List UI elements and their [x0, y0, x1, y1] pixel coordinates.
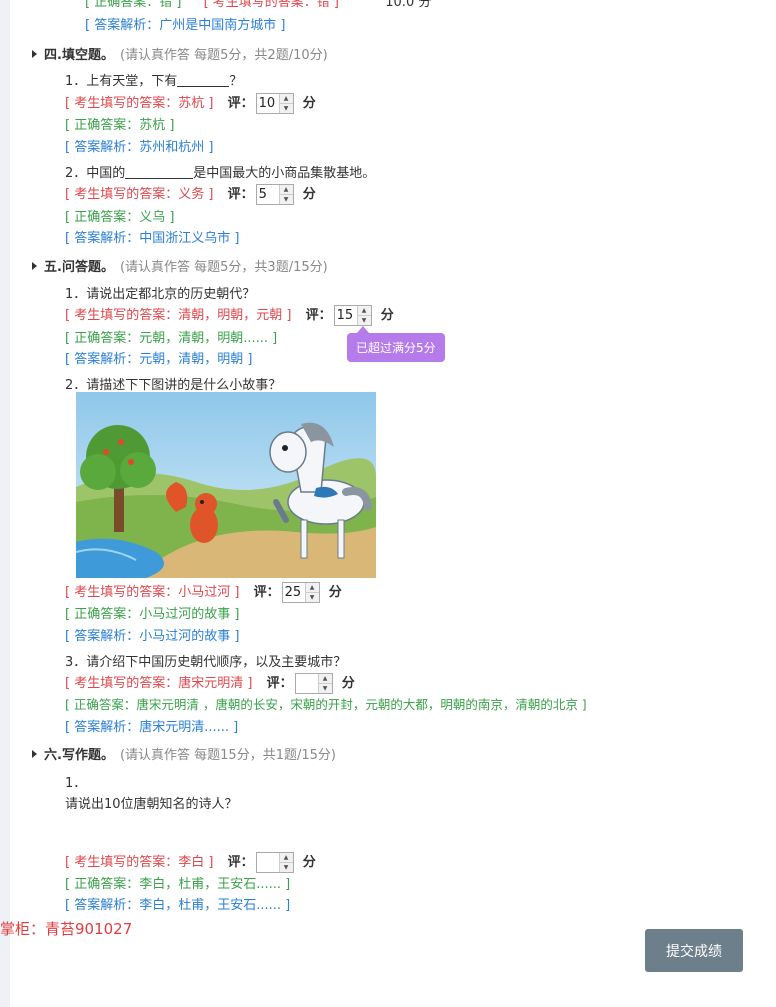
score-label: 评：: [227, 855, 254, 870]
score-spinner[interactable]: ▲ ▼: [294, 673, 333, 694]
section-note: (请认真作答 每题5分，共3题/15分): [119, 260, 328, 275]
score-value[interactable]: [296, 674, 318, 693]
student-answer: [ 考生填写的答案：苏杭 ]: [65, 96, 214, 111]
answer-analysis: [ 答案解析：元朝，清朝，明朝 ]: [65, 352, 253, 367]
score-unit: 分: [302, 855, 316, 870]
answer-row: [ 考生填写的答案：苏杭 ] 评： 10 ▲ ▼ 分: [65, 92, 316, 114]
correct-answer: [ 正确答案：李白，杜甫，王安石...... ]: [65, 877, 291, 892]
prev-student-answer: [ 考生填写的答案：错 ]: [203, 0, 339, 10]
prev-analysis: [ 答案解析：广州是中国南方城市 ]: [85, 18, 286, 33]
question-text: 1．请说出定都北京的历史朝代？: [65, 287, 256, 302]
submit-score-button[interactable]: 提交成绩: [645, 929, 743, 972]
triangle-bullet-icon: [32, 262, 37, 270]
spin-up-icon[interactable]: ▲: [279, 94, 293, 103]
answer-row: [ 考生填写的答案：义务 ] 评： 5 ▲ ▼ 分: [65, 183, 316, 205]
score-value[interactable]: [257, 853, 279, 872]
score-label: 评：: [227, 187, 254, 202]
blank-line: [125, 178, 194, 179]
correct-answer: [ 正确答案：苏杭 ]: [65, 118, 175, 133]
question-number: 1．: [65, 776, 87, 791]
section-note: (请认真作答 每题15分，共1题/15分): [119, 748, 336, 763]
score-value[interactable]: 25: [283, 583, 305, 602]
question-text: 1．上有天堂，下有 ？: [65, 70, 242, 89]
question-text-post: 是中国最大的小商品集散基地。: [193, 166, 376, 181]
question-text: 2．中国的 是中国最大的小商品集散基地。: [65, 162, 375, 181]
spin-down-icon[interactable]: ▼: [357, 315, 371, 325]
student-answer: [ 考生填写的答案：唐宋元明清 ]: [65, 676, 253, 691]
score-spinner[interactable]: 10 ▲ ▼: [255, 93, 294, 114]
answer-analysis: [ 答案解析：小马过河的故事 ]: [65, 629, 240, 644]
section-qa-header: 五.问答题。 (请认真作答 每题5分，共3题/15分): [32, 256, 328, 275]
prev-correct-answer: [ 正确答案：错 ]: [85, 0, 182, 10]
pony-crossing-river-image: [75, 392, 376, 578]
left-gutter: [0, 0, 10, 1007]
score-value[interactable]: 10: [257, 94, 279, 113]
spin-down-icon[interactable]: ▼: [305, 592, 319, 602]
student-answer: [ 考生填写的答案：李白 ]: [65, 855, 214, 870]
question-text-pre: 1．上有天堂，下有: [65, 74, 178, 89]
score-label: 评：: [253, 585, 280, 600]
student-answer: [ 考生填写的答案：小马过河 ]: [65, 585, 240, 600]
score-unit: 分: [328, 585, 342, 600]
score-spinner[interactable]: ▲ ▼: [255, 852, 294, 873]
prev-question-partial: [ 正确答案：错 ] [ 考生填写的答案：错 ] 10.0 分: [85, 0, 431, 10]
score-spinner[interactable]: 15 ▲ ▼: [333, 305, 372, 326]
spin-down-icon[interactable]: ▼: [279, 194, 293, 204]
score-value[interactable]: 15: [335, 306, 357, 325]
section-title: 四.填空题。: [44, 48, 114, 63]
score-label: 评：: [227, 96, 254, 111]
watermark: 掌柜：青苔901027: [0, 920, 133, 938]
spin-up-icon[interactable]: ▲: [279, 185, 293, 194]
correct-answer: [ 正确答案：元朝，清朝，明朝...... ]: [65, 331, 278, 346]
score-label: 评：: [305, 308, 332, 323]
score-label: 评：: [266, 676, 293, 691]
score-spinner[interactable]: 5 ▲ ▼: [255, 184, 294, 205]
spin-up-icon[interactable]: ▲: [357, 306, 371, 315]
over-max-tooltip: 已超过满分5分: [347, 326, 445, 362]
student-answer: [ 考生填写的答案：清朝，明朝，元朝 ]: [65, 308, 292, 323]
answer-row: [ 考生填写的答案：清朝，明朝，元朝 ] 评： 15 ▲ ▼ 分: [65, 304, 394, 326]
student-answer: [ 考生填写的答案：义务 ]: [65, 187, 214, 202]
prev-score: 10.0 分: [385, 0, 432, 10]
question-text: 3．请介绍下中国历史朝代顺序，以及主要城市？: [65, 655, 347, 670]
answer-analysis: [ 答案解析：中国浙江义乌市 ]: [65, 231, 240, 246]
score-unit: 分: [302, 187, 316, 202]
correct-answer: [ 正确答案：小马过河的故事 ]: [65, 607, 240, 622]
spin-up-icon[interactable]: ▲: [305, 583, 319, 592]
score-unit: 分: [380, 308, 394, 323]
answer-row: [ 考生填写的答案：李白 ] 评： ▲ ▼ 分: [65, 851, 316, 873]
spin-down-icon[interactable]: ▼: [318, 683, 332, 693]
section-title: 六.写作题。: [44, 748, 114, 763]
answer-analysis: [ 答案解析：苏州和杭州 ]: [65, 140, 214, 155]
spin-up-icon[interactable]: ▲: [318, 674, 332, 683]
spin-up-icon[interactable]: ▲: [279, 853, 293, 862]
correct-answer: [ 正确答案：唐宋元明清 ，唐朝的长安，宋朝的开封，元朝的大都，明朝的南京，清朝…: [65, 697, 587, 712]
question-text-pre: 2．中国的: [65, 166, 126, 181]
section-title: 五.问答题。: [44, 260, 114, 275]
answer-analysis: [ 答案解析：唐宋元明清...... ]: [65, 720, 239, 735]
score-unit: 分: [302, 96, 316, 111]
section-writing-header: 六.写作题。 (请认真作答 每题15分，共1题/15分): [32, 744, 336, 763]
question-text: 2．请描述下下图讲的是什么小故事？: [65, 378, 282, 393]
question-text: 请说出10位唐朝知名的诗人？: [65, 797, 238, 812]
score-unit: 分: [341, 676, 355, 691]
answer-analysis: [ 答案解析：李白，杜甫，王安石...... ]: [65, 898, 291, 913]
blank-line: [177, 86, 230, 87]
answer-row: [ 考生填写的答案：小马过河 ] 评： 25 ▲ ▼ 分: [65, 581, 342, 603]
triangle-bullet-icon: [32, 50, 37, 58]
spin-down-icon[interactable]: ▼: [279, 862, 293, 872]
answer-row: [ 考生填写的答案：唐宋元明清 ] 评： ▲ ▼ 分: [65, 672, 355, 694]
spin-down-icon[interactable]: ▼: [279, 103, 293, 113]
correct-answer: [ 正确答案：义乌 ]: [65, 210, 175, 225]
score-spinner[interactable]: 25 ▲ ▼: [281, 582, 320, 603]
question-text-post: ？: [229, 74, 243, 89]
triangle-bullet-icon: [32, 750, 37, 758]
section-fill-blank-header: 四.填空题。 (请认真作答 每题5分，共2题/10分): [32, 44, 328, 63]
section-note: (请认真作答 每题5分，共2题/10分): [119, 48, 328, 63]
story-illustration: [75, 392, 376, 578]
score-value[interactable]: 5: [257, 185, 279, 204]
